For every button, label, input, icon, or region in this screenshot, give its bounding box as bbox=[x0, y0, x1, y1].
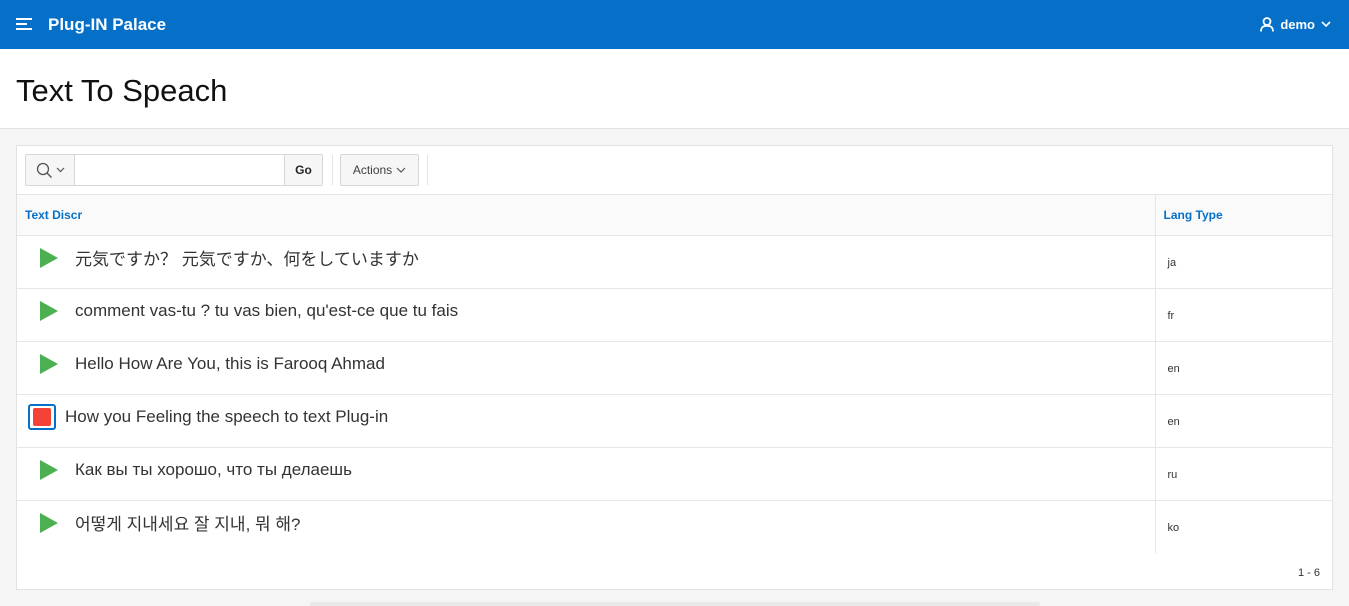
text-cell: comment vas-tu ? tu vas bien, qu'est-ce … bbox=[17, 287, 1156, 341]
text-cell: How you Feeling the speech to text Plug-… bbox=[17, 393, 1156, 447]
text-cell: Hello How Are You, this is Farooq Ahmad bbox=[17, 340, 1156, 394]
chevron-down-icon bbox=[396, 167, 406, 173]
table-row: Как вы ты хорошо, что ты делаешь ru bbox=[17, 446, 1332, 500]
title-region: Text To Speach bbox=[0, 49, 1349, 129]
toolbar-divider bbox=[427, 155, 428, 185]
text-cell: 어떻게 지내세요 잘 지내, 뭐 해? bbox=[17, 499, 1156, 553]
play-icon[interactable] bbox=[39, 512, 59, 534]
lang-code: en bbox=[1167, 415, 1180, 428]
lang-code: ru bbox=[1167, 468, 1178, 481]
actions-button[interactable]: Actions bbox=[340, 154, 419, 186]
lang-cell: en bbox=[1155, 340, 1332, 394]
search-group: Go bbox=[25, 154, 323, 186]
table-row: How you Feeling the speech to text Plug-… bbox=[17, 393, 1332, 447]
chevron-down-icon bbox=[1321, 21, 1331, 28]
go-button[interactable]: Go bbox=[284, 155, 322, 185]
toolbar-divider bbox=[332, 155, 333, 185]
play-icon[interactable] bbox=[39, 459, 59, 481]
lang-cell: ja bbox=[1155, 234, 1332, 288]
app-title[interactable]: Plug-IN Palace bbox=[48, 15, 166, 35]
lang-code: ko bbox=[1167, 521, 1180, 534]
column-header-lang[interactable]: Lang Type bbox=[1155, 195, 1332, 235]
lang-code: ja bbox=[1167, 256, 1177, 269]
lang-cell: ru bbox=[1155, 446, 1332, 500]
user-name: demo bbox=[1280, 17, 1315, 32]
pagination-range: 1 - 6 bbox=[1297, 567, 1320, 579]
user-icon bbox=[1260, 17, 1275, 32]
report-region: Go Actions Text Discr Lang Type 元気ですか？ 元… bbox=[16, 145, 1333, 590]
lang-cell: en bbox=[1155, 393, 1332, 447]
table-row: comment vas-tu ? tu vas bien, qu'est-ce … bbox=[17, 287, 1332, 341]
text-cell: 元気ですか？ 元気ですか、何をしていますか bbox=[17, 234, 1156, 288]
menu-icon[interactable] bbox=[16, 18, 32, 31]
search-input[interactable] bbox=[75, 155, 284, 185]
report-table: Text Discr Lang Type 元気ですか？ 元気ですか、何をしていま… bbox=[17, 195, 1332, 553]
footer-edge bbox=[310, 602, 1040, 606]
table-row: 어떻게 지내세요 잘 지내, 뭐 해? ko bbox=[17, 499, 1332, 553]
chevron-down-icon bbox=[56, 167, 64, 173]
lang-code: fr bbox=[1167, 309, 1175, 322]
app-header: Plug-IN Palace demo bbox=[0, 0, 1349, 49]
play-icon[interactable] bbox=[39, 300, 59, 322]
phrase-text: How you Feeling the speech to text Plug-… bbox=[65, 406, 389, 426]
text-cell: Как вы ты хорошо, что ты делаешь bbox=[17, 446, 1156, 500]
phrase-text: 어떻게 지내세요 잘 지내, 뭐 해? bbox=[75, 515, 301, 534]
search-column-selector[interactable] bbox=[26, 155, 75, 185]
phrase-text: Как вы ты хорошо, что ты делаешь bbox=[75, 459, 352, 479]
lang-cell: ko bbox=[1155, 499, 1332, 553]
lang-code: en bbox=[1167, 362, 1180, 375]
search-icon bbox=[36, 162, 52, 178]
user-menu[interactable]: demo bbox=[1260, 17, 1331, 32]
table-row: Hello How Are You, this is Farooq Ahmad … bbox=[17, 340, 1332, 394]
column-header-text[interactable]: Text Discr bbox=[17, 195, 1156, 235]
page-title: Text To Speach bbox=[16, 73, 228, 108]
table-row: 元気ですか？ 元気ですか、何をしていますか ja bbox=[17, 234, 1332, 288]
table-header-row: Text Discr Lang Type bbox=[17, 195, 1332, 235]
phrase-text: 元気ですか？ 元気ですか、何をしていますか bbox=[75, 250, 419, 269]
phrase-text: comment vas-tu ? tu vas bien, qu'est-ce … bbox=[75, 300, 459, 320]
lang-cell: fr bbox=[1155, 287, 1332, 341]
actions-label: Actions bbox=[352, 163, 393, 177]
phrase-text: Hello How Are You, this is Farooq Ahmad bbox=[75, 353, 385, 373]
play-icon[interactable] bbox=[39, 353, 59, 375]
play-icon[interactable] bbox=[39, 247, 59, 269]
stop-icon bbox=[33, 407, 51, 426]
report-toolbar: Go Actions bbox=[17, 146, 1332, 195]
stop-button[interactable] bbox=[28, 403, 56, 430]
